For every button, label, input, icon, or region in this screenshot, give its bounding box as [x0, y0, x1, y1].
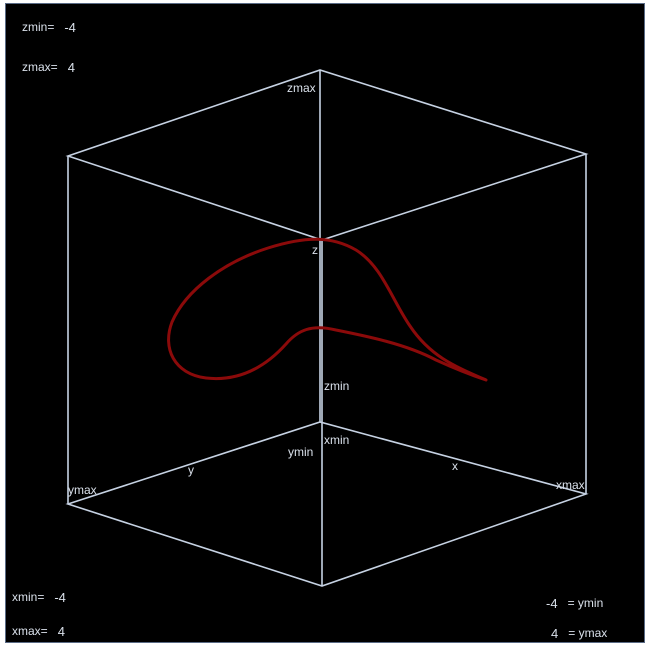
plot-canvas[interactable]: zmin= -4 zmax= 4 xmin= -4 xmax= 4 -4 = y… [5, 3, 645, 643]
3d-box-plot: zmax z zmin ymax y ymin xmin x xmax [65, 69, 589, 587]
axis-label-ymin: ymin [288, 445, 313, 459]
axis-label-xmax: xmax [556, 478, 585, 492]
axis-label-zmax: zmax [287, 81, 316, 95]
axis-label-ymax: ymax [68, 483, 97, 497]
parametric-curve [167, 237, 488, 382]
box-top-face [65, 69, 589, 241]
axis-label-y: y [188, 463, 194, 477]
axis-label-x: x [452, 459, 458, 473]
axis-labels: zmax z zmin ymax y ymin xmin x xmax [68, 81, 585, 497]
axis-label-xmin: xmin [324, 433, 349, 447]
axis-label-zmin: zmin [324, 379, 349, 393]
axis-label-z: z [312, 243, 318, 257]
